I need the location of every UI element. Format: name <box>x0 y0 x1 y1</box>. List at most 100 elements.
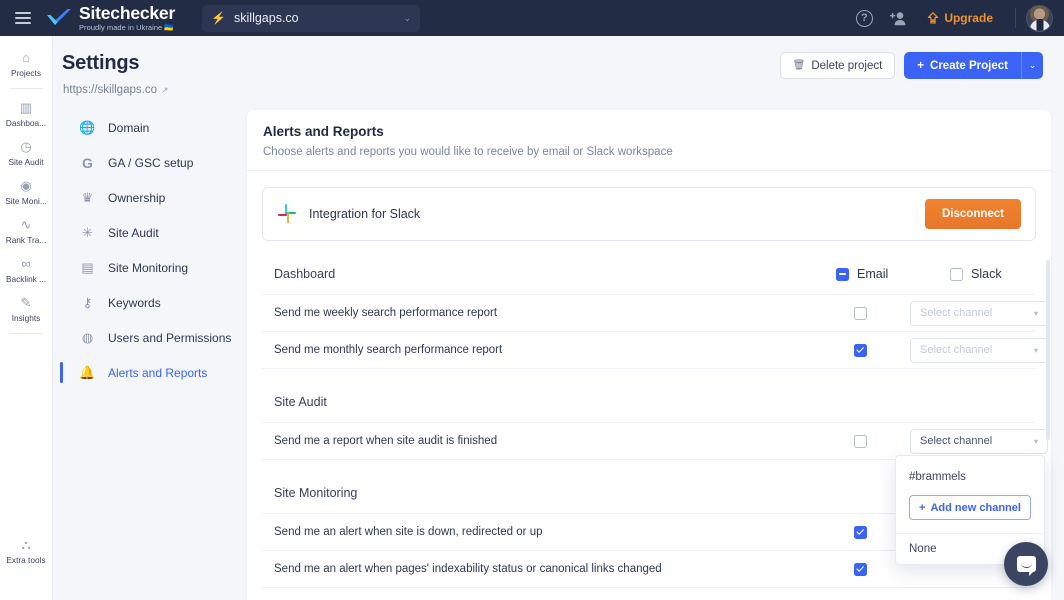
dropdown-add-wrapper: + Add new channel <box>896 492 1044 533</box>
hamburger-menu-icon[interactable] <box>0 12 46 24</box>
section-site-audit: Site Audit Send me a report when site au… <box>262 391 1048 460</box>
settings-nav-domain[interactable]: 🌐 Domain <box>66 110 246 145</box>
card-header: Alerts and Reports Choose alerts and rep… <box>247 110 1051 171</box>
channel-select-value: Select channel <box>920 344 993 356</box>
chat-launcher-button[interactable] <box>1004 542 1048 586</box>
rail-item-rank-tracker[interactable]: ∿ Rank Tra... <box>0 211 53 250</box>
trend-icon: ∿ <box>20 216 32 232</box>
slack-integration-title: Integration for Slack <box>309 207 421 221</box>
avatar[interactable] <box>1026 4 1053 32</box>
table-row: Send me monthly search performance repor… <box>262 332 1048 369</box>
dashboard-icon: ▥ <box>19 99 33 115</box>
grid-plus-icon: ⛬ <box>21 536 31 552</box>
chevron-down-icon: ⌄ <box>1028 60 1037 70</box>
row-label: Send me weekly search performance report <box>274 307 498 319</box>
slack-disconnect-button[interactable]: Disconnect <box>925 199 1021 229</box>
rail-item-site-monitoring[interactable]: ◉ Site Moni... <box>0 172 53 211</box>
row-email-checkbox[interactable] <box>854 343 867 357</box>
create-project-button[interactable]: plus-icon + Create Project <box>904 52 1021 79</box>
settings-nav-label: GA / GSC setup <box>108 155 194 170</box>
rail-item-projects[interactable]: ⌂ Projects <box>0 44 53 83</box>
settings-nav-keywords[interactable]: ⚷ Keywords <box>66 285 246 320</box>
row-channel-select[interactable]: Select channel ▾ <box>910 428 1048 454</box>
rail-divider <box>9 333 43 334</box>
user-circle-icon: ◍ <box>81 329 94 345</box>
invite-user-button[interactable] <box>881 0 915 36</box>
email-column-header[interactable]: Email <box>836 267 888 281</box>
settings-nav-label: Site Audit <box>108 225 159 240</box>
help-button[interactable]: ? <box>847 0 881 36</box>
brand-logo[interactable]: Sitechecker Proudly made in Ukraine 🇺🇦 <box>46 3 176 31</box>
delete-project-button[interactable]: 🗑 Delete project <box>779 52 896 79</box>
row-channel-select[interactable]: Select channel ▾ <box>910 300 1048 326</box>
question-mark-icon: ? <box>855 9 873 27</box>
slack-integration-panel: Integration for Slack Disconnect <box>262 187 1036 241</box>
channel-select-value: Select channel <box>920 435 993 447</box>
dropdown-option-channel[interactable]: #brammels <box>896 462 1044 492</box>
create-project-dropdown-toggle[interactable]: ⌄ <box>1021 52 1043 79</box>
chevron-down-icon: ▾ <box>1033 436 1038 446</box>
create-project-label: Create Project <box>930 59 1008 72</box>
rail-item-extra-tools[interactable]: ⛬ Extra tools <box>0 531 53 570</box>
settings-nav-label: Ownership <box>108 190 166 205</box>
upgrade-arrow-icon <box>928 12 939 24</box>
settings-nav-site-monitoring[interactable]: ▤ Site Monitoring <box>66 250 246 285</box>
google-g-icon: G <box>82 154 93 171</box>
trash-icon: 🗑 <box>792 60 806 71</box>
site-selector-value: skillgaps.co <box>234 11 299 25</box>
bell-icon: 🔔 <box>79 364 96 380</box>
rail-item-insights[interactable]: ✎ Insights <box>0 289 53 328</box>
lightning-icon: ⚡ <box>211 11 227 25</box>
rail-label: Rank Tra... <box>5 235 47 245</box>
section-header: Site Audit <box>262 391 1036 413</box>
slack-column-header[interactable]: Slack <box>950 267 1002 281</box>
rail-item-site-audit[interactable]: ◷ Site Audit <box>0 133 53 172</box>
card-scrollbar[interactable] <box>1046 260 1050 440</box>
chat-bubble-icon <box>1016 556 1036 576</box>
pulse-icon: ◉ <box>20 177 32 193</box>
row-channel-select[interactable]: Select channel ▾ <box>910 337 1048 363</box>
rail-item-dashboard[interactable]: ▥ Dashboa... <box>0 94 53 133</box>
add-new-channel-button[interactable]: + Add new channel <box>909 495 1031 520</box>
project-url-link[interactable]: https://skillgaps.co ↗ <box>63 84 169 96</box>
settings-navigation: 🌐 Domain G GA / GSC setup ♛ Ownership ✳ … <box>60 110 246 390</box>
rail-label: Projects <box>11 68 41 78</box>
row-label: Send me an alert when site is down, redi… <box>274 526 543 538</box>
channel-select-value: Select channel <box>920 307 993 319</box>
left-navigation-rail: ⌂ Projects ▥ Dashboa... ◷ Site Audit ◉ S… <box>0 36 53 600</box>
settings-nav-ga-gsc-setup[interactable]: G GA / GSC setup <box>66 145 246 180</box>
link-icon: ∞ <box>21 255 31 271</box>
disconnect-label: Disconnect <box>942 208 1004 220</box>
rail-item-backlinks[interactable]: ∞ Backlink ... <box>0 250 53 289</box>
add-new-channel-label: Add new channel <box>930 501 1021 514</box>
smile-icon <box>1020 563 1032 568</box>
site-selector-dropdown[interactable]: ⚡ skillgaps.co ⌄ <box>202 4 421 32</box>
chevron-down-icon: ⌄ <box>403 12 412 23</box>
bug-icon: ✳ <box>82 224 93 240</box>
email-column-label: Email <box>857 267 889 281</box>
settings-nav-site-audit[interactable]: ✳ Site Audit <box>66 215 246 250</box>
email-select-all-checkbox[interactable] <box>836 267 849 281</box>
top-navigation-bar: Sitechecker Proudly made in Ukraine 🇺🇦 ⚡… <box>0 0 1064 36</box>
brand-name: Sitechecker <box>79 3 176 23</box>
section-title: Dashboard <box>274 267 336 281</box>
page-title: Settings <box>62 52 140 74</box>
section-dashboard: Dashboard Email Slack Send me weekly sea… <box>262 263 1048 369</box>
settings-nav-users-and-permissions[interactable]: ◍ Users and Permissions <box>66 320 246 355</box>
upgrade-button[interactable]: Upgrade <box>915 11 1005 25</box>
row-email-checkbox[interactable] <box>854 525 867 539</box>
sitechecker-check-icon <box>46 8 72 28</box>
rail-label: Backlink ... <box>5 274 47 284</box>
settings-nav-alerts-and-reports[interactable]: 🔔 Alerts and Reports <box>60 355 246 390</box>
settings-nav-label: Domain <box>108 120 150 135</box>
settings-nav-label: Users and Permissions <box>108 330 232 345</box>
row-email-checkbox[interactable] <box>854 306 867 320</box>
chevron-down-icon: ▾ <box>1033 308 1038 318</box>
slack-select-all-checkbox[interactable] <box>950 267 963 281</box>
row-email-checkbox[interactable] <box>854 562 867 576</box>
rail-label: Site Moni... <box>5 196 47 206</box>
settings-nav-ownership[interactable]: ♛ Ownership <box>66 180 246 215</box>
row-email-checkbox[interactable] <box>854 434 867 448</box>
slack-column-label: Slack <box>971 267 1002 281</box>
row-label: Send me a report when site audit is fini… <box>274 435 498 447</box>
